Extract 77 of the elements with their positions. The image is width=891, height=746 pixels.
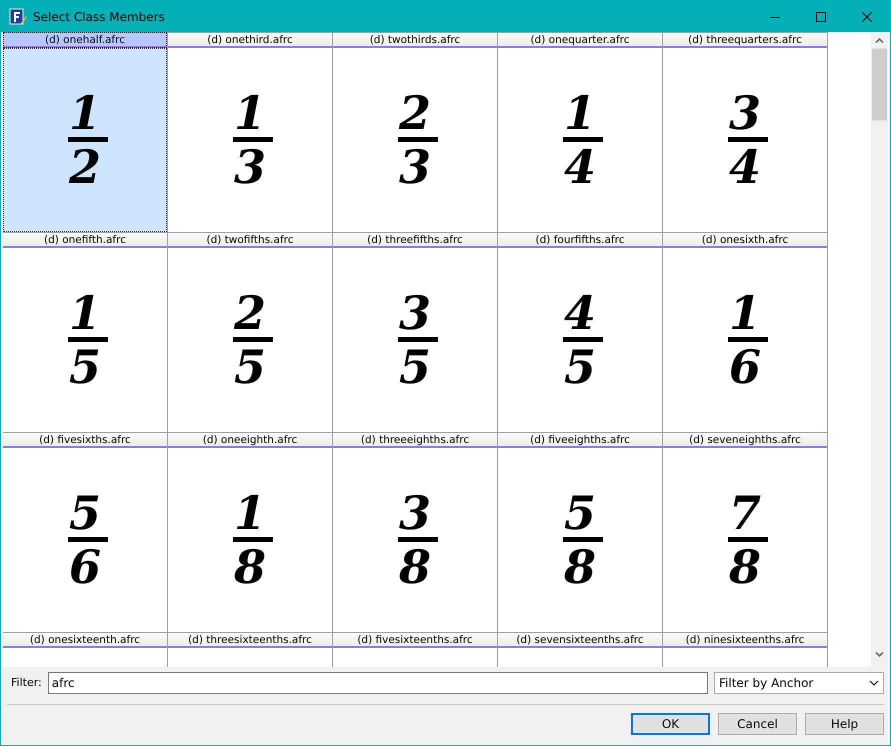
glyph-preview[interactable]: 1 5	[3, 248, 167, 432]
numerator: 3	[398, 490, 431, 536]
denominator: 5	[564, 344, 596, 390]
glyph-preview[interactable]: 2 5	[168, 248, 332, 432]
glyph-preview[interactable]: 3 8	[333, 448, 497, 632]
item-label[interactable]: (d) threesixteenths.afrc	[168, 632, 332, 648]
item-label[interactable]: (d) seveneighths.afrc	[663, 432, 827, 448]
numerator: 1	[234, 90, 266, 136]
item-label[interactable]: (d) fiveeighths.afrc	[498, 432, 662, 448]
denominator: 8	[564, 544, 596, 590]
window-title: Select Class Members	[33, 8, 165, 26]
denominator: 6	[68, 544, 101, 590]
numerator: 3	[398, 290, 431, 336]
numerator: 2	[234, 290, 266, 336]
chevron-icon	[869, 680, 879, 686]
denominator: 3	[398, 144, 431, 190]
glyph-preview[interactable]: 1 6	[663, 248, 827, 432]
glyph-preview[interactable]: 7 8	[663, 448, 827, 632]
item-label[interactable]: (d) onefifth.afrc	[3, 232, 167, 248]
numerator: 1	[564, 90, 596, 136]
numerator: 5	[564, 490, 596, 536]
dialog-button[interactable]: Help	[805, 713, 884, 735]
denominator: 8	[728, 544, 761, 590]
maximize-icon	[816, 12, 826, 22]
denominator: 4	[564, 144, 596, 190]
filter-input[interactable]: afrc	[48, 672, 708, 694]
numerator: 5	[68, 490, 101, 536]
close-icon	[862, 12, 872, 22]
denominator: 5	[398, 344, 431, 390]
item-label[interactable]: (d) onesixteenth.afrc	[3, 632, 167, 648]
numerator: 1	[728, 290, 761, 336]
denominator: 5	[68, 344, 101, 390]
denominator: 5	[234, 344, 266, 390]
glyph-preview[interactable]: 3 5	[333, 248, 497, 432]
dialog-button[interactable]: Cancel	[718, 713, 797, 735]
numerator: 4	[564, 290, 596, 336]
dialog-button[interactable]: OK	[631, 713, 710, 735]
numerator: 7	[728, 490, 761, 536]
glyph-preview[interactable]: 1 8	[168, 448, 332, 632]
filter-mode-dropdown[interactable]: Filter by Anchor	[714, 672, 884, 694]
glyph-preview[interactable]: 5 8	[498, 448, 662, 632]
item-label[interactable]: (d) onethird.afrc	[168, 32, 332, 48]
filter-label: Filter:	[11, 674, 42, 691]
app-icon	[9, 8, 27, 26]
glyph-preview[interactable]: 5 6	[3, 448, 167, 632]
numerator: 2	[398, 90, 431, 136]
denominator: 3	[234, 144, 266, 190]
glyph-preview[interactable]: 1 4	[498, 48, 662, 232]
numerator: 1	[234, 490, 266, 536]
item-label[interactable]: (d) onequarter.afrc	[498, 32, 662, 48]
item-label[interactable]: (d) sevensixteenths.afrc	[498, 632, 662, 648]
item-label[interactable]: (d) threeeighths.afrc	[333, 432, 497, 448]
numerator: 1	[68, 90, 101, 136]
item-label[interactable]: (d) ninesixteenths.afrc	[663, 632, 827, 648]
scrollbar[interactable]	[871, 32, 888, 667]
item-label[interactable]: (d) onehalf.afrc	[3, 32, 167, 48]
item-label[interactable]: (d) threefifths.afrc	[333, 232, 497, 248]
item-label[interactable]: (d) fourfifths.afrc	[498, 232, 662, 248]
denominator: 8	[234, 544, 266, 590]
item-label[interactable]: (d) oneeighth.afrc	[168, 432, 332, 448]
glyph-preview[interactable]: 2 3	[333, 48, 497, 232]
item-label[interactable]: (d) twofifths.afrc	[168, 232, 332, 248]
glyph-preview[interactable]: 4 5	[498, 248, 662, 432]
denominator: 8	[398, 544, 431, 590]
numerator: 3	[728, 90, 761, 136]
item-label[interactable]: (d) fivesixteenths.afrc	[333, 632, 497, 648]
denominator: 6	[728, 344, 761, 390]
numerator: 1	[68, 290, 101, 336]
glyph-preview[interactable]: 1 2	[3, 48, 167, 232]
denominator: 4	[728, 144, 761, 190]
denominator: 2	[68, 144, 101, 190]
glyph-preview[interactable]: 1 3	[168, 48, 332, 232]
item-label[interactable]: (d) onesixth.afrc	[663, 232, 827, 248]
item-label[interactable]: (d) threequarters.afrc	[663, 32, 827, 48]
item-label[interactable]: (d) fivesixths.afrc	[3, 432, 167, 448]
glyph-preview[interactable]: 3 4	[663, 48, 827, 232]
item-label[interactable]: (d) twothirds.afrc	[333, 32, 497, 48]
